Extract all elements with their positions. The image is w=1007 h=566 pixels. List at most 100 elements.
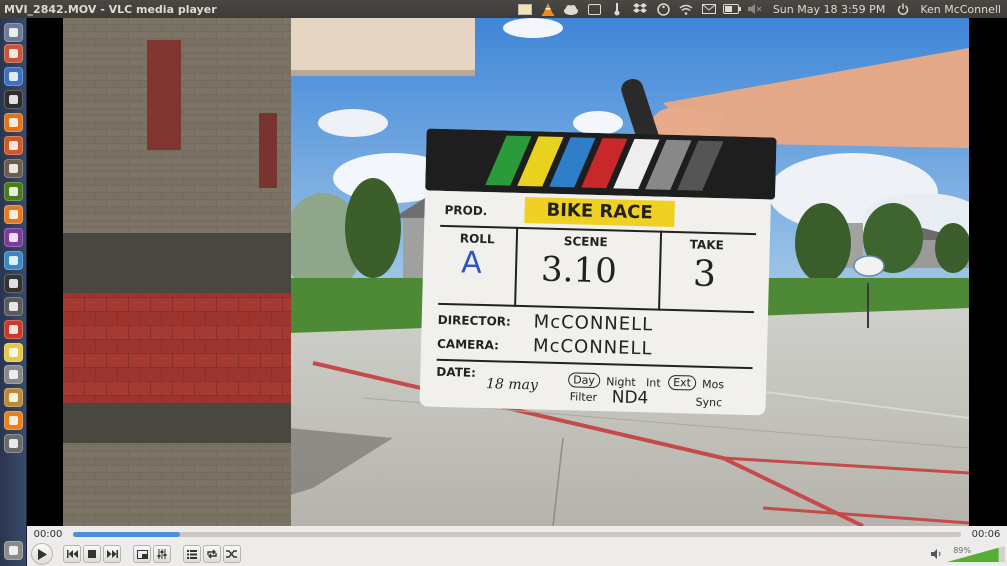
video-editor-icon-glyph	[9, 279, 18, 288]
tools-icon[interactable]	[4, 365, 23, 384]
playlist-button[interactable]	[183, 545, 201, 563]
firefox-icon[interactable]	[4, 67, 23, 86]
files-icon-glyph	[9, 49, 18, 58]
monitor-icon[interactable]	[4, 297, 23, 316]
firefox-icon-glyph	[9, 72, 18, 81]
scene-label: SCENE	[563, 234, 608, 250]
take-value: 3	[692, 253, 717, 296]
blender-icon[interactable]	[4, 205, 23, 224]
user-name[interactable]: Ken McConnell	[914, 3, 1007, 16]
app-purple-icon[interactable]	[4, 228, 23, 247]
unity-launcher	[0, 18, 27, 566]
accessibility-icon[interactable]	[652, 0, 675, 18]
vlc-cone-icon[interactable]	[537, 0, 560, 18]
seek-slider[interactable]	[73, 531, 961, 537]
usb-icon[interactable]	[4, 434, 23, 453]
video-area[interactable]: PROD. BIKE RACE ROLL A SCENE 3.10 TAKE 3…	[27, 18, 1007, 526]
gimp-icon-glyph	[9, 164, 18, 173]
skip-forward-icon	[106, 550, 118, 558]
monitor-icon-glyph	[9, 302, 18, 311]
ext-circled: Ext	[667, 374, 697, 391]
volume-percent: 89%	[953, 546, 971, 555]
volume-muted-icon[interactable]	[744, 0, 767, 18]
seek-row: 00:00 00:06	[27, 526, 1007, 542]
settings-icon[interactable]	[4, 136, 23, 155]
clapperboard: PROD. BIKE RACE ROLL A SCENE 3.10 TAKE 3…	[419, 128, 777, 417]
inkscape-icon[interactable]	[4, 182, 23, 201]
vlc-launcher-icon-glyph	[9, 416, 18, 425]
battery-icon[interactable]	[721, 0, 744, 18]
mos-label: Mos	[701, 377, 725, 392]
clapper-stick	[425, 128, 777, 200]
notes-icon[interactable]	[514, 0, 537, 18]
date-label: DATE:	[436, 364, 477, 380]
system-tray: Sun May 18 3:59 PM Ken McConnell	[514, 0, 1007, 18]
chrome-icon[interactable]	[4, 320, 23, 339]
speaker-icon[interactable]	[931, 549, 943, 559]
filter-label: Filter	[569, 390, 598, 405]
window-title: MVI_2842.MOV - VLC media player	[4, 2, 217, 16]
usb-icon-glyph	[9, 439, 18, 448]
playlist-icon	[187, 549, 197, 559]
scene-value: 3.10	[540, 249, 618, 292]
extended-settings-button[interactable]	[153, 545, 171, 563]
dash-icon[interactable]	[4, 23, 23, 42]
director-value: McCONNELL	[533, 311, 654, 336]
trash-icon-glyph	[9, 546, 18, 555]
files-icon[interactable]	[4, 44, 23, 63]
software-center-icon[interactable]	[4, 113, 23, 132]
terminal-icon[interactable]	[4, 90, 23, 109]
seek-progress	[73, 531, 180, 537]
loop-button[interactable]	[203, 545, 221, 563]
slate-body: PROD. BIKE RACE ROLL A SCENE 3.10 TAKE 3…	[419, 190, 771, 416]
clock[interactable]: Sun May 18 3:59 PM	[767, 3, 891, 16]
dropbox-icon[interactable]	[629, 0, 652, 18]
shuffle-button[interactable]	[223, 545, 241, 563]
video-editor-icon[interactable]	[4, 274, 23, 293]
thermometer-icon[interactable]	[606, 0, 629, 18]
skip-back-icon	[66, 550, 78, 558]
next-button[interactable]	[103, 545, 121, 563]
date-value: 18 may	[485, 376, 539, 394]
trash-icon[interactable]	[4, 541, 23, 560]
top-panel: MVI_2842.MOV - VLC media player Sun May …	[0, 0, 1007, 18]
filter-value: ND4	[611, 387, 649, 409]
terminal-icon-glyph	[9, 95, 18, 104]
settings-icon-glyph	[9, 141, 18, 150]
gimp-icon[interactable]	[4, 159, 23, 178]
sync-label: Sync	[695, 395, 723, 410]
archive-icon-glyph	[9, 393, 18, 402]
previous-button[interactable]	[63, 545, 81, 563]
play-icon	[38, 548, 47, 560]
fullscreen-button[interactable]	[133, 545, 151, 563]
power-icon[interactable]	[891, 0, 914, 18]
fullscreen-icon	[136, 549, 148, 559]
volume-slider[interactable]: 89%	[947, 546, 1005, 562]
chrome-icon-glyph	[9, 325, 18, 334]
edit-icon[interactable]	[583, 0, 606, 18]
notes-app-icon[interactable]	[4, 343, 23, 362]
vlc-launcher-icon[interactable]	[4, 411, 23, 430]
stop-button[interactable]	[83, 545, 101, 563]
roll-value: A	[460, 245, 483, 281]
software-center-icon-glyph	[9, 118, 18, 127]
wifi-icon[interactable]	[675, 0, 698, 18]
volume-control[interactable]: 89%	[931, 546, 1005, 562]
cloud-icon[interactable]	[560, 0, 583, 18]
time-total[interactable]: 00:06	[965, 529, 1007, 540]
prod-title: BIKE RACE	[524, 197, 675, 227]
shuffle-icon	[226, 550, 237, 558]
dash-icon-glyph	[9, 28, 18, 37]
blender-icon-glyph	[9, 210, 18, 219]
browser-icon[interactable]	[4, 251, 23, 270]
camera-value: McCONNELL	[532, 335, 653, 360]
archive-icon[interactable]	[4, 388, 23, 407]
roll-label: ROLL	[459, 231, 495, 247]
notes-app-icon-glyph	[9, 348, 18, 357]
inkscape-icon-glyph	[9, 187, 18, 196]
play-button[interactable]	[31, 543, 53, 565]
mail-icon[interactable]	[698, 0, 721, 18]
time-elapsed[interactable]: 00:00	[27, 529, 69, 540]
controls-bar: 89%	[27, 542, 1007, 566]
browser-icon-glyph	[9, 256, 18, 265]
